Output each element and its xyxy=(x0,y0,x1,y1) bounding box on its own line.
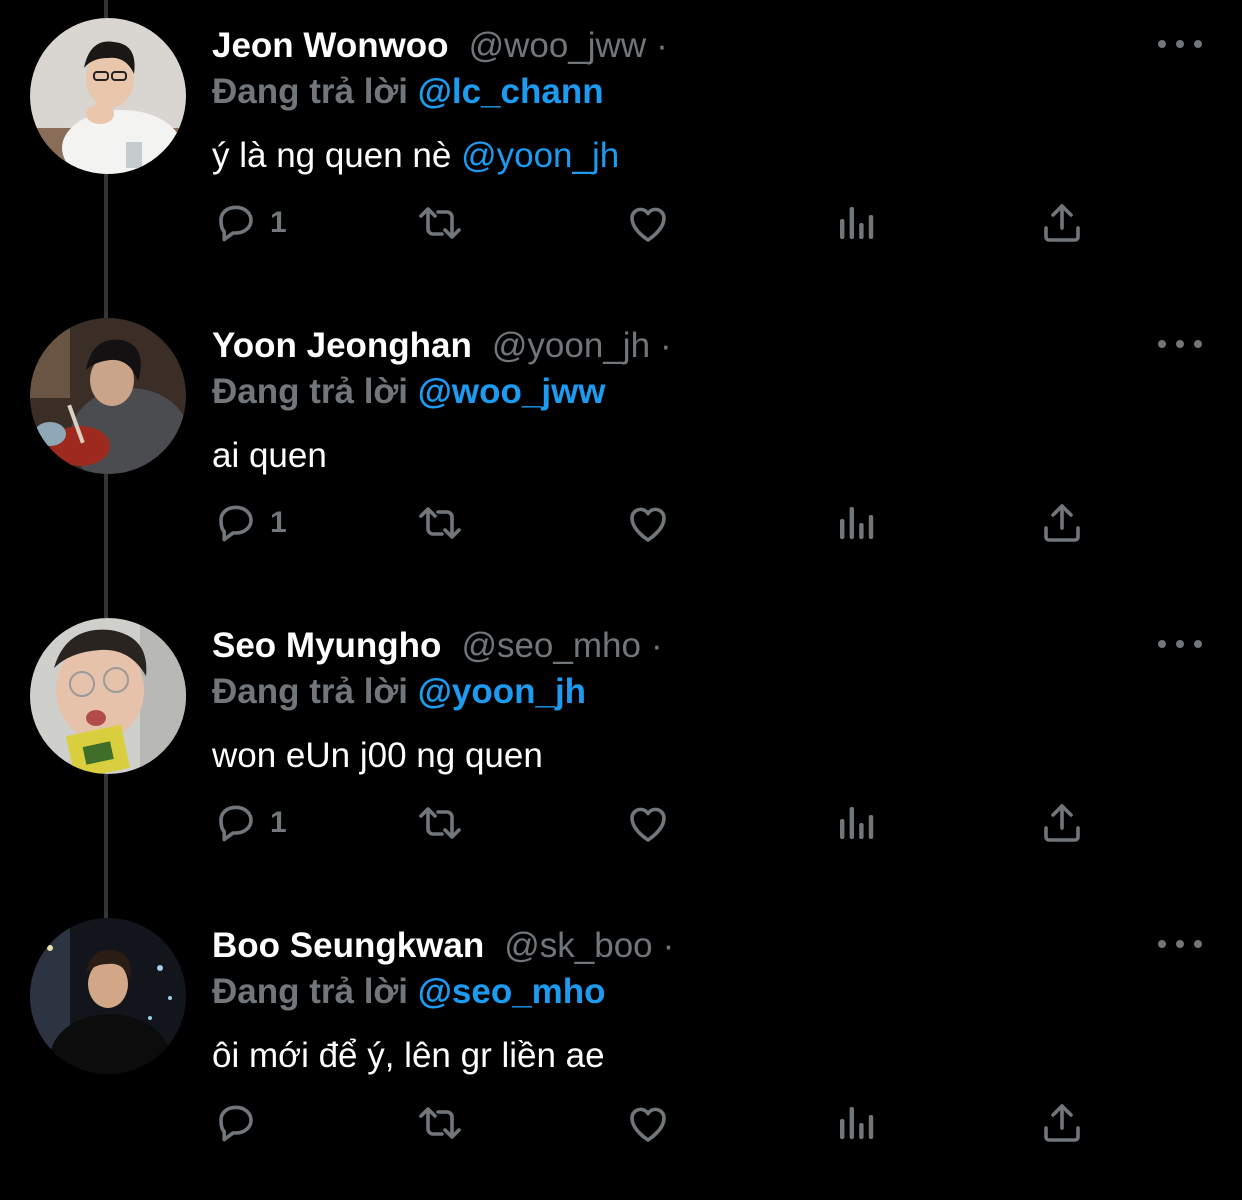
views-icon xyxy=(832,1099,880,1147)
tweet-body: ai quen xyxy=(212,436,327,475)
avatar[interactable] xyxy=(30,18,186,174)
display-name[interactable]: Boo Seungkwan xyxy=(212,926,484,966)
user-handle[interactable]: @sk_boo xyxy=(504,926,652,966)
views-button[interactable] xyxy=(832,1098,880,1148)
share-icon xyxy=(1038,199,1086,247)
separator-dot: · xyxy=(662,926,675,965)
avatar[interactable] xyxy=(30,918,186,1074)
replying-to: Đang trả lời @lc_chann xyxy=(212,72,604,112)
avatar[interactable] xyxy=(30,618,186,774)
tweet[interactable]: Boo Seungkwan @sk_boo · Đang trả lời @se… xyxy=(0,900,1242,1200)
more-icon[interactable] xyxy=(1158,334,1202,354)
replying-to: Đang trả lời @woo_jww xyxy=(212,372,606,412)
tweet-text: ý là ng quen nè @yoon_jh xyxy=(212,136,619,176)
like-button[interactable] xyxy=(624,798,672,848)
retweet-button[interactable] xyxy=(416,498,464,548)
views-icon xyxy=(832,199,880,247)
tweet-actions: 1 xyxy=(212,498,1112,548)
views-icon xyxy=(832,799,880,847)
tweet-header: Boo Seungkwan @sk_boo · xyxy=(212,924,674,968)
more-icon[interactable] xyxy=(1158,634,1202,654)
replying-mention[interactable]: @seo_mho xyxy=(418,972,606,1011)
tweet-body: ý là ng quen nè xyxy=(212,136,462,175)
share-button[interactable] xyxy=(1038,798,1086,848)
reply-button[interactable]: 1 xyxy=(212,198,287,248)
like-icon xyxy=(624,499,672,547)
share-button[interactable] xyxy=(1038,498,1086,548)
retweet-button[interactable] xyxy=(416,1098,464,1148)
share-icon xyxy=(1038,499,1086,547)
tweet-header: Yoon Jeonghan @yoon_jh · xyxy=(212,324,672,368)
reply-count: 1 xyxy=(270,206,287,239)
like-icon xyxy=(624,199,672,247)
reply-button[interactable]: 1 xyxy=(212,798,287,848)
like-button[interactable] xyxy=(624,198,672,248)
separator-dot: · xyxy=(660,326,672,365)
tweet[interactable]: Seo Myungho @seo_mho · Đang trả lời @yoo… xyxy=(0,600,1242,900)
reply-count: 1 xyxy=(270,806,287,839)
replying-label: Đang trả lời xyxy=(212,672,409,711)
reply-button[interactable] xyxy=(212,1098,270,1148)
retweet-icon xyxy=(416,199,464,247)
share-button[interactable] xyxy=(1038,198,1086,248)
reply-icon xyxy=(212,799,260,847)
reply-count: 1 xyxy=(270,506,287,539)
replying-label: Đang trả lời xyxy=(212,72,409,111)
tweet-text: ai quen xyxy=(212,436,327,476)
like-icon xyxy=(624,799,672,847)
replying-to: Đang trả lời @yoon_jh xyxy=(212,672,586,712)
tweet-actions: 1 xyxy=(212,198,1112,248)
share-icon xyxy=(1038,799,1086,847)
tweet-body: won eUn j00 ng quen xyxy=(212,736,543,775)
retweet-icon xyxy=(416,499,464,547)
replying-mention[interactable]: @yoon_jh xyxy=(418,672,586,711)
share-button[interactable] xyxy=(1038,1098,1086,1148)
share-icon xyxy=(1038,1099,1086,1147)
user-handle[interactable]: @seo_mho xyxy=(461,626,641,666)
replying-label: Đang trả lời xyxy=(212,972,409,1011)
avatar[interactable] xyxy=(30,318,186,474)
tweet[interactable]: Jeon Wonwoo @woo_jww · Đang trả lời @lc_… xyxy=(0,0,1242,300)
replying-mention[interactable]: @woo_jww xyxy=(418,372,606,411)
user-handle[interactable]: @yoon_jh xyxy=(492,326,650,366)
retweet-button[interactable] xyxy=(416,198,464,248)
replying-mention[interactable]: @lc_chann xyxy=(418,72,604,111)
tweet-header: Jeon Wonwoo @woo_jww · xyxy=(212,24,668,68)
tweet-text: ôi mới để ý, lên gr liền ae xyxy=(212,1036,605,1076)
views-icon xyxy=(832,499,880,547)
more-icon[interactable] xyxy=(1158,34,1202,54)
reply-icon xyxy=(212,199,260,247)
more-icon[interactable] xyxy=(1158,934,1202,954)
retweet-icon xyxy=(416,799,464,847)
replying-label: Đang trả lời xyxy=(212,372,409,411)
display-name[interactable]: Seo Myungho xyxy=(212,626,441,666)
separator-dot: · xyxy=(656,26,668,65)
tweet-actions: 1 xyxy=(212,798,1112,848)
separator-dot: · xyxy=(650,626,663,665)
reply-icon xyxy=(212,499,260,547)
reply-button[interactable]: 1 xyxy=(212,498,287,548)
views-button[interactable] xyxy=(832,198,880,248)
like-button[interactable] xyxy=(624,1098,672,1148)
tweet-body: ôi mới để ý, lên gr liền ae xyxy=(212,1036,605,1075)
tweet[interactable]: Yoon Jeonghan @yoon_jh · Đang trả lời @w… xyxy=(0,300,1242,600)
display-name[interactable]: Yoon Jeonghan xyxy=(212,326,472,366)
retweet-button[interactable] xyxy=(416,798,464,848)
user-handle[interactable]: @woo_jww xyxy=(469,26,647,66)
tweet-header: Seo Myungho @seo_mho · xyxy=(212,624,663,668)
tweet-mention[interactable]: @yoon_jh xyxy=(461,136,619,175)
display-name[interactable]: Jeon Wonwoo xyxy=(212,26,449,66)
views-button[interactable] xyxy=(832,498,880,548)
like-icon xyxy=(624,1099,672,1147)
replying-to: Đang trả lời @seo_mho xyxy=(212,972,606,1012)
tweet-actions xyxy=(212,1098,1112,1148)
tweet-text: won eUn j00 ng quen xyxy=(212,736,543,776)
like-button[interactable] xyxy=(624,498,672,548)
views-button[interactable] xyxy=(832,798,880,848)
retweet-icon xyxy=(416,1099,464,1147)
reply-icon xyxy=(212,1099,260,1147)
